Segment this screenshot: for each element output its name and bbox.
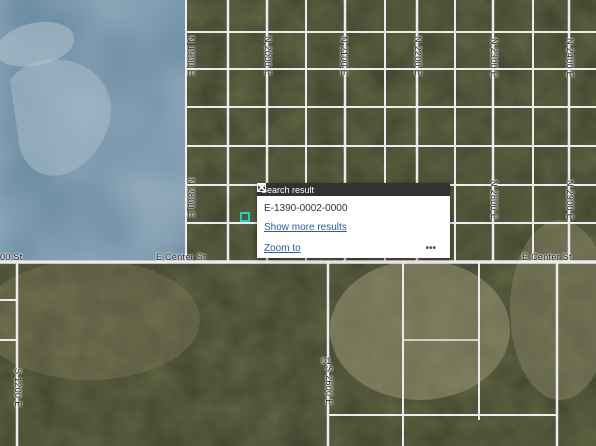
street-label: N 2800 E — [186, 178, 196, 218]
street-label: N 2800 E — [489, 180, 499, 220]
street-label: N 2200 E — [413, 36, 423, 76]
selected-parcel-marker[interactable] — [240, 212, 250, 222]
search-result-popup: Search result E-1390-0002-0000 Show more… — [257, 183, 450, 258]
street-label: N 2100 E — [339, 36, 349, 76]
street-label: S 2600 E — [324, 366, 334, 406]
street-label: N 1900 E — [186, 36, 196, 76]
street-label: N 2400 E — [565, 38, 575, 78]
street-label: E Center St — [156, 252, 206, 262]
street-label: 00 St — [0, 252, 23, 262]
street-label: N 2300 E — [489, 38, 499, 78]
maximize-icon[interactable] — [257, 183, 432, 195]
popup-header: Search result — [257, 183, 450, 196]
street-label: N 2000 E — [263, 36, 273, 76]
street-label: E Center St — [522, 252, 572, 262]
popup-title: Search result — [261, 184, 315, 195]
street-label: N 2900 E — [565, 180, 575, 220]
more-options-button[interactable]: ••• — [425, 243, 436, 254]
parcel-number: 01 — [321, 356, 332, 366]
map-view[interactable]: N 1900 E N 2000 E N 2100 E N 2200 E N 23… — [0, 0, 596, 446]
close-icon[interactable] — [257, 183, 446, 195]
zoom-to-link[interactable]: Zoom to — [264, 243, 301, 254]
show-more-results-link[interactable]: Show more results — [264, 222, 347, 233]
street-label: S 1200 E — [13, 368, 23, 408]
result-id: E-1390-0002-0000 — [264, 203, 348, 214]
